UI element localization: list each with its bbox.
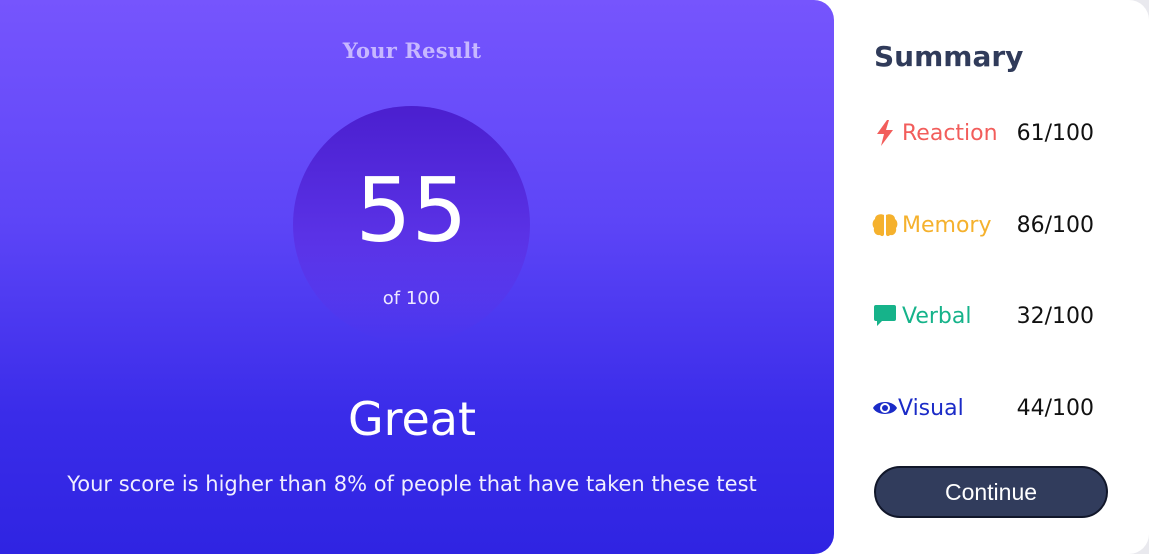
rating-label: Great (347, 392, 477, 446)
summary-item-label: Reaction (902, 120, 998, 146)
summary-item-visual: Visual 44/100 (872, 388, 1102, 428)
eye-icon (872, 395, 898, 421)
rating-description: Your score is higher than 8% of people t… (67, 472, 757, 496)
summary-title: Summary (874, 40, 1024, 73)
results-card: Your Result 55 of 100 Great Your score i… (0, 0, 1149, 554)
summary-item-value: 44/100 (1016, 395, 1094, 421)
score-max-label: of 100 (382, 288, 441, 309)
chat-bubble-icon (872, 303, 898, 329)
summary-item-label: Memory (902, 212, 992, 238)
summary-panel: Summary Reaction 61/100 Memory 86/100 Ve… (834, 0, 1149, 554)
lightning-icon (872, 120, 898, 146)
summary-item-reaction: Reaction 61/100 (872, 113, 1102, 153)
result-panel: Your Result 55 of 100 Great Your score i… (0, 0, 834, 554)
brain-icon (872, 212, 898, 238)
summary-item-label: Visual (898, 395, 964, 421)
summary-item-value: 32/100 (1016, 303, 1094, 329)
summary-item-verbal: Verbal 32/100 (872, 296, 1102, 336)
result-title: Your Result (342, 38, 482, 63)
score-value: 55 (355, 159, 468, 262)
summary-item-value: 86/100 (1016, 212, 1094, 238)
summary-item-label: Verbal (902, 303, 972, 329)
summary-item-memory: Memory 86/100 (872, 205, 1102, 245)
score-circle: 55 of 100 (293, 106, 530, 343)
continue-button[interactable]: Continue (874, 466, 1108, 518)
summary-item-value: 61/100 (1016, 120, 1094, 146)
